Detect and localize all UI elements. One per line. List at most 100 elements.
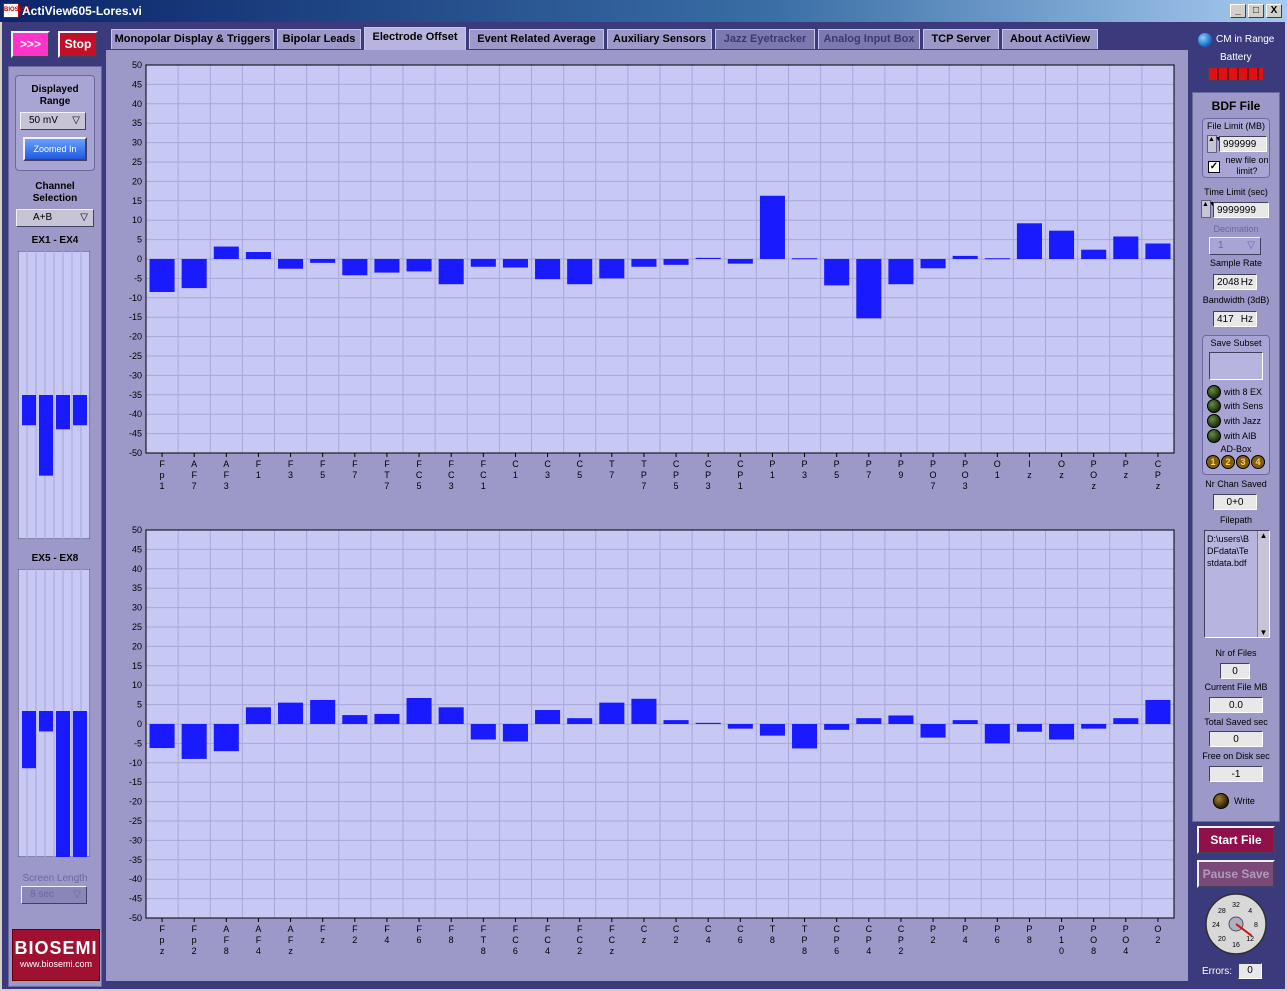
y-tick-label: -10 <box>129 293 142 303</box>
filepath-value: D:\users\BDFdata\Testdata.bdf <box>1207 534 1250 568</box>
maximize-button[interactable]: □ <box>1248 4 1264 18</box>
bar-ft8 <box>470 724 496 740</box>
x-tick-label-f8: F8 <box>448 924 454 945</box>
x-tick-label-f6: F6 <box>416 924 422 945</box>
bar-po8 <box>1081 724 1107 729</box>
sample-rate-label: Sample Rate <box>1209 258 1263 268</box>
bar-cpz <box>1145 243 1171 259</box>
x-tick-label-p8: P8 <box>1026 924 1032 945</box>
run-button[interactable]: >>> <box>11 31 50 58</box>
new-file-label: new file on limit? <box>1225 155 1269 176</box>
x-tick-label-p1: P1 <box>769 459 775 480</box>
current-file-field: 0.0 <box>1209 697 1263 713</box>
scroll-down-icon[interactable]: ▼ <box>1258 628 1269 637</box>
filepath-field[interactable]: D:\users\BDFdata\Testdata.bdf ▲ ▼ <box>1204 530 1270 638</box>
total-saved-field: 0 <box>1209 731 1263 747</box>
with-jazz-led[interactable] <box>1207 414 1221 428</box>
save-subset-field[interactable] <box>1209 352 1263 380</box>
x-tick-label-c2: C2 <box>673 924 680 945</box>
bar-o1 <box>984 258 1010 260</box>
bandwidth-field: 417 Hz <box>1213 311 1257 327</box>
bar-f2 <box>342 715 368 724</box>
with-jazz-label: with Jazz <box>1224 416 1262 426</box>
nr-chan-saved-label: Nr Chan Saved <box>1205 479 1267 489</box>
tab-electrode-offset[interactable]: Electrode Offset <box>364 27 466 50</box>
y-tick-label: 0 <box>137 254 142 264</box>
x-tick-label-af8: AF8 <box>223 924 229 956</box>
screen-length-select[interactable]: 8 sec ▽ <box>21 886 87 904</box>
tab-monopolar-display[interactable]: Monopolar Display & Triggers <box>111 29 274 49</box>
bar-fc3 <box>438 259 464 285</box>
filepath-scrollbar[interactable]: ▲ ▼ <box>1257 531 1269 637</box>
tab-about-actiview[interactable]: About ActiView <box>1002 29 1098 49</box>
tab-jazz-eyetracker[interactable]: Jazz Eyetracker <box>715 29 815 49</box>
x-tick-label-afz: AFz <box>288 924 294 956</box>
displayed-range-select[interactable]: 50 mV ▽ <box>20 112 86 130</box>
y-tick-label: -15 <box>129 777 142 787</box>
battery-indicator <box>1208 67 1264 81</box>
y-tick-label: 40 <box>132 99 142 109</box>
x-tick-label-po3: PO3 <box>962 459 969 491</box>
y-tick-label: 0 <box>137 719 142 729</box>
file-limit-field[interactable]: 999999 <box>1219 136 1267 152</box>
chevron-down-icon: ▽ <box>72 115 80 126</box>
biosemi-logo: BIOSEMI www.biosemi.com <box>12 929 100 981</box>
bar-f1 <box>245 252 271 259</box>
file-limit-stepper[interactable]: ▲▼ <box>1207 135 1222 153</box>
y-tick-label: 25 <box>132 622 142 632</box>
tab-event-related-average[interactable]: Event Related Average <box>469 29 604 49</box>
dial-label: 4 <box>1248 908 1252 915</box>
adbox-1-button[interactable]: 1 <box>1206 455 1220 469</box>
y-tick-label: 5 <box>137 235 142 245</box>
x-tick-label-cp1: CP1 <box>737 459 744 491</box>
y-tick-label: 30 <box>132 138 142 148</box>
tab-analog-input-box[interactable]: Analog Input Box <box>818 29 920 49</box>
chevron-down-icon: ▽ <box>1247 240 1255 251</box>
x-tick-label-cp5: CP5 <box>673 459 680 491</box>
x-tick-label-tp8: TP8 <box>802 924 808 956</box>
time-limit-field[interactable]: 9999999 <box>1213 202 1269 218</box>
bar-af8 <box>213 724 239 752</box>
ex-bar-1 <box>22 395 36 426</box>
pause-save-button[interactable]: Pause Save <box>1197 860 1275 888</box>
nr-files-field: 0 <box>1220 663 1250 679</box>
with-sens-led[interactable] <box>1207 399 1221 413</box>
with-8ex-led[interactable] <box>1207 385 1221 399</box>
adbox-2-button[interactable]: 2 <box>1221 455 1235 469</box>
close-button[interactable]: X <box>1266 4 1282 18</box>
free-disk-label: Free on Disk sec <box>1202 751 1270 761</box>
bar-oz <box>1049 230 1075 259</box>
channel-selection-label: Channel Selection <box>32 181 78 204</box>
tab-auxiliary-sensors[interactable]: Auxiliary Sensors <box>607 29 712 49</box>
y-tick-label: 25 <box>132 157 142 167</box>
stop-button[interactable]: Stop <box>58 31 98 58</box>
bar-p2 <box>920 724 946 738</box>
filepath-label: Filepath <box>1219 515 1253 525</box>
channel-selection-select[interactable]: A+B ▽ <box>16 209 94 227</box>
with-aib-label: with AIB <box>1224 431 1257 441</box>
start-file-button[interactable]: Start File <box>1197 826 1275 854</box>
y-tick-label: 20 <box>132 641 142 651</box>
bar-cp6 <box>824 724 850 730</box>
x-tick-label-fp2: Fp2 <box>191 924 197 956</box>
new-file-checkbox[interactable]: ✓ <box>1208 161 1220 173</box>
x-tick-label-cp4: CP4 <box>866 924 873 956</box>
speed-dial[interactable]: 32 4812 16 20 24 28 <box>1205 893 1267 955</box>
bar-p10 <box>1049 724 1075 740</box>
zoomed-in-button[interactable]: Zoomed In <box>23 137 87 161</box>
bar-p3 <box>792 258 818 260</box>
minimize-button[interactable]: _ <box>1230 4 1246 18</box>
tab-bipolar-leads[interactable]: Bipolar Leads <box>277 29 361 49</box>
scroll-up-icon[interactable]: ▲ <box>1258 531 1269 540</box>
time-limit-stepper[interactable]: ▲▼ <box>1201 200 1216 218</box>
y-tick-label: -5 <box>134 738 142 748</box>
adbox-3-button[interactable]: 3 <box>1236 455 1250 469</box>
decimation-select[interactable]: 1 ▽ <box>1209 237 1261 255</box>
x-tick-label-ft7: FT7 <box>384 459 390 491</box>
ex-bar-4 <box>73 395 87 426</box>
tab-tcp-server[interactable]: TCP Server <box>923 29 999 49</box>
y-tick-label: 40 <box>132 564 142 574</box>
dial-label: 8 <box>1254 922 1258 929</box>
with-aib-led[interactable] <box>1207 429 1221 443</box>
adbox-4-button[interactable]: 4 <box>1251 455 1265 469</box>
